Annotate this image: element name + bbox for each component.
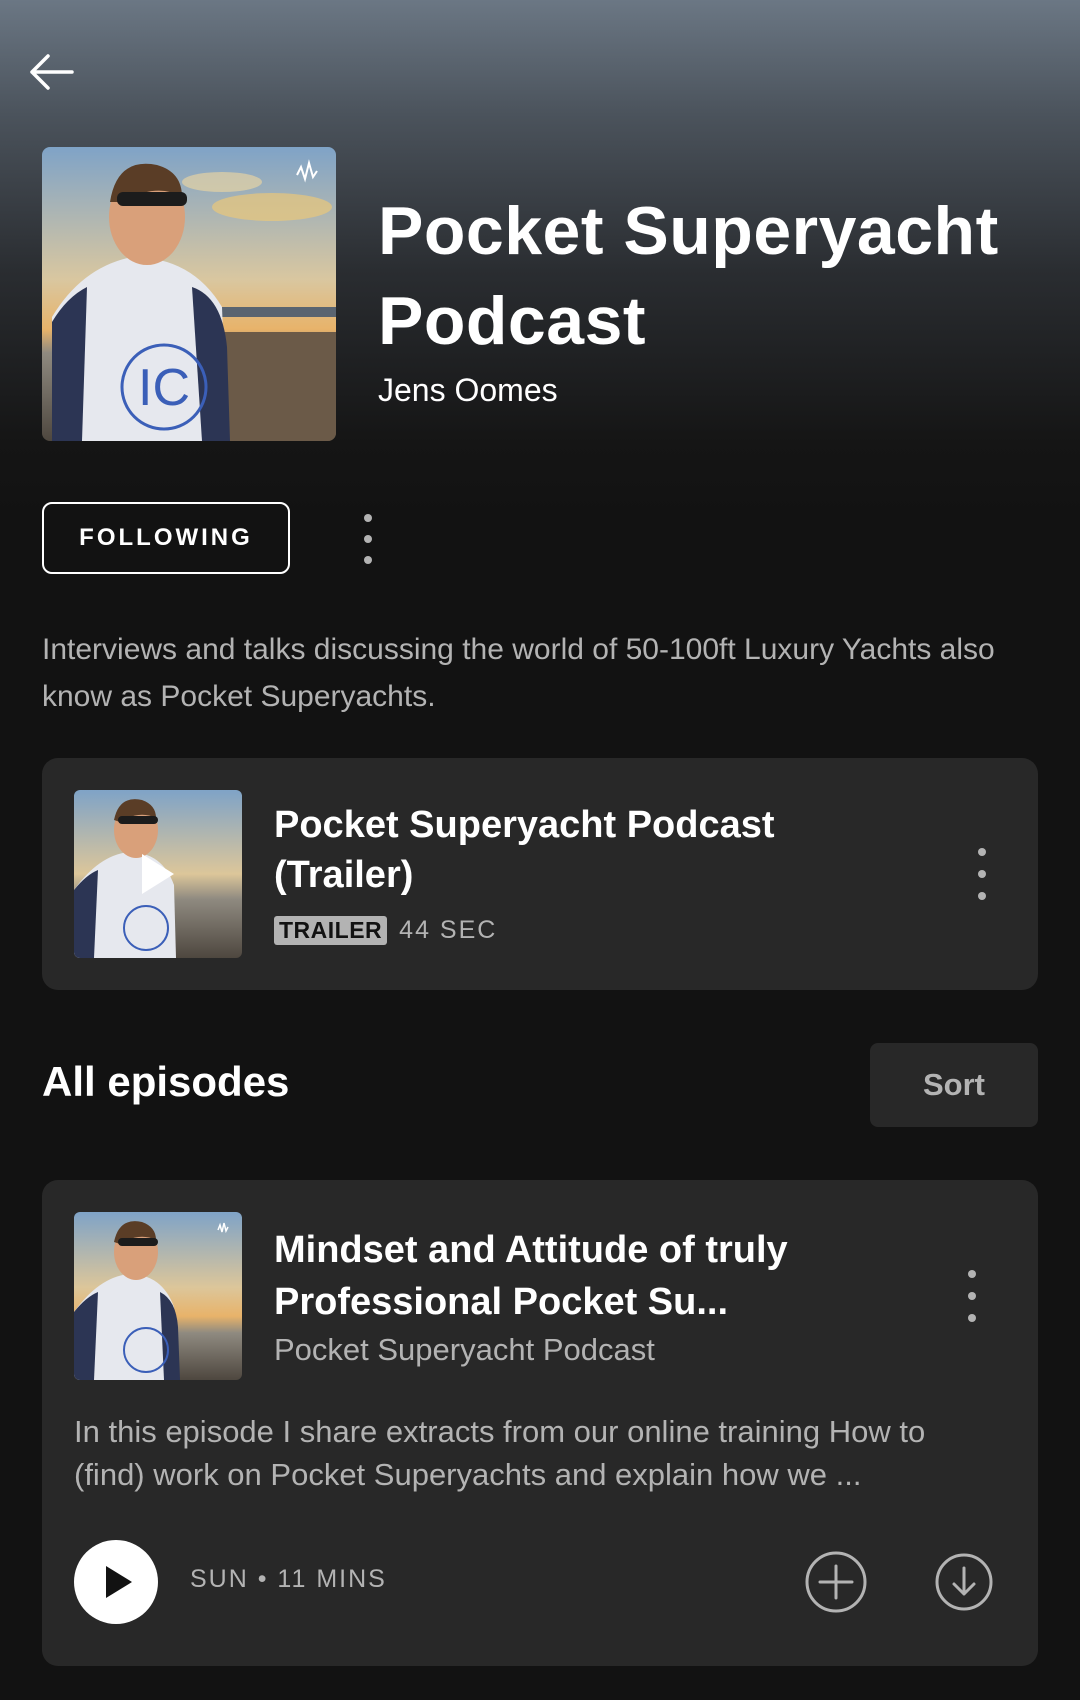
page-title: Pocket Superyacht Podcast xyxy=(378,193,999,359)
episode-card[interactable]: Mindset and Attitude of truly Profession… xyxy=(42,1180,1038,1666)
trailer-thumbnail[interactable] xyxy=(74,790,242,958)
following-button[interactable]: FOLLOWING xyxy=(42,502,290,574)
trailer-meta: TRAILER 44 SEC xyxy=(274,916,497,945)
add-circle-icon xyxy=(805,1551,867,1613)
trailer-card[interactable]: Pocket Superyacht Podcast (Trailer) TRAI… xyxy=(42,758,1038,990)
episode-meta: SUN • 11 MINS xyxy=(190,1565,387,1593)
back-button[interactable] xyxy=(24,44,84,100)
more-vertical-icon xyxy=(968,1270,976,1322)
episode-thumbnail[interactable] xyxy=(74,1212,242,1380)
episode-play-button[interactable] xyxy=(74,1540,158,1624)
arrow-left-icon xyxy=(30,54,74,90)
trailer-title[interactable]: Pocket Superyacht Podcast (Trailer) xyxy=(274,800,874,900)
trailer-duration: 44 SEC xyxy=(399,916,498,944)
trailer-badge: TRAILER xyxy=(274,916,388,945)
download-circle-icon xyxy=(935,1553,993,1611)
add-to-library-button[interactable] xyxy=(804,1550,868,1614)
podcast-author[interactable]: Jens Oomes xyxy=(378,372,558,409)
episode-more-button[interactable] xyxy=(954,1264,990,1328)
podcast-cover: IC xyxy=(42,147,336,441)
episode-show-name: Pocket Superyacht Podcast xyxy=(274,1332,655,1367)
all-episodes-heading: All episodes xyxy=(42,1058,290,1105)
download-button[interactable] xyxy=(934,1552,994,1612)
play-icon xyxy=(106,1566,132,1598)
more-vertical-icon xyxy=(364,514,372,564)
sort-button[interactable]: Sort xyxy=(870,1043,1038,1127)
more-vertical-icon xyxy=(978,848,986,900)
episode-description: In this episode I share extracts from ou… xyxy=(74,1414,926,1492)
episode-title[interactable]: Mindset and Attitude of truly Profession… xyxy=(274,1224,874,1328)
podcast-description: Interviews and talks discussing the worl… xyxy=(42,633,995,713)
podcast-more-button[interactable] xyxy=(348,508,388,570)
cover-logo-text: IC xyxy=(138,359,190,417)
trailer-more-button[interactable] xyxy=(964,842,1000,906)
